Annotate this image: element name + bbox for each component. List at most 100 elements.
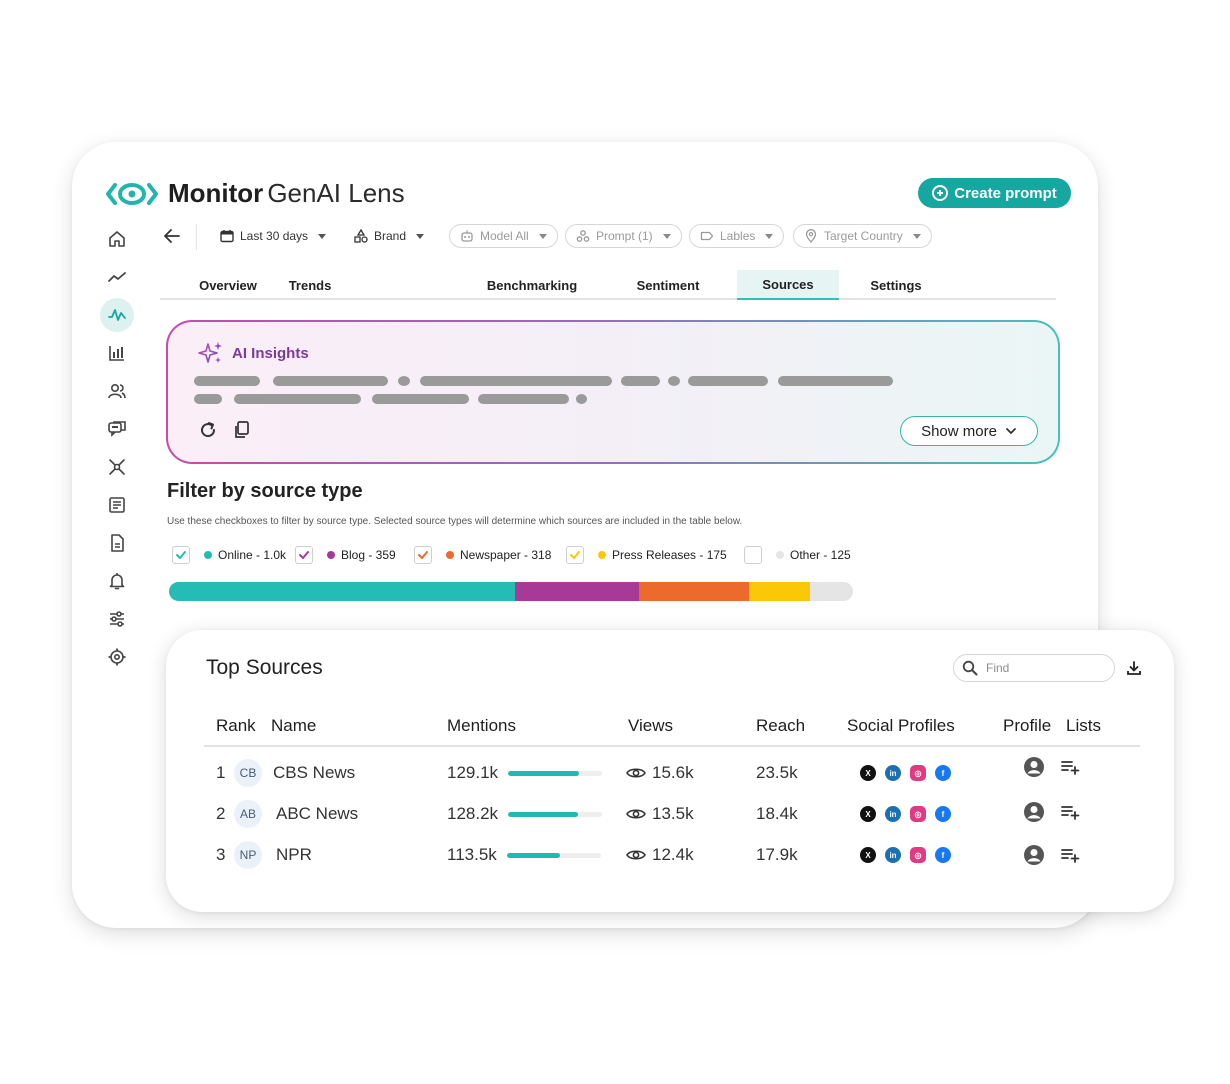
social-profiles-cell: X in ◎ f: [860, 755, 951, 791]
source-name[interactable]: NPR: [276, 837, 312, 873]
labels-filter[interactable]: Lables: [689, 224, 785, 248]
back-arrow-icon[interactable]: [162, 226, 182, 246]
table-row[interactable]: 2 AB ABC News 128.2k 13.5k 18.4k X in ◎ …: [166, 796, 1174, 832]
sidebar-item-documents[interactable]: [100, 526, 134, 560]
find-input[interactable]: [986, 661, 1096, 675]
add-to-list-icon[interactable]: [1060, 803, 1080, 821]
copy-icon[interactable]: [232, 420, 252, 440]
sidebar-item-filters[interactable]: [100, 602, 134, 636]
source-name[interactable]: CBS News: [273, 755, 355, 791]
sidebar-item-network[interactable]: [100, 450, 134, 484]
table-row[interactable]: 3 NP NPR 113.5k 12.4k 17.9k X in ◎ f: [166, 837, 1174, 873]
profile-avatar-icon[interactable]: [1023, 801, 1045, 823]
linkedin-icon[interactable]: in: [885, 765, 901, 781]
skeleton-line: [478, 394, 569, 404]
column-header-views[interactable]: Views: [628, 716, 673, 736]
show-more-button[interactable]: Show more: [900, 416, 1038, 446]
chat-icon: [108, 421, 126, 437]
tab-sentiment[interactable]: Sentiment: [620, 270, 716, 300]
skeleton-line: [273, 376, 388, 386]
checkbox[interactable]: [414, 546, 432, 564]
checkbox[interactable]: [566, 546, 584, 564]
add-to-list-icon[interactable]: [1060, 758, 1080, 776]
profile-avatar-icon[interactable]: [1023, 756, 1045, 778]
reach-value: 17.9k: [756, 845, 798, 864]
x-twitter-icon[interactable]: X: [860, 806, 876, 822]
add-to-list-icon[interactable]: [1060, 846, 1080, 864]
distribution-segment: [639, 582, 750, 601]
instagram-icon[interactable]: ◎: [910, 806, 926, 822]
source-type-label: Newspaper - 318: [460, 548, 552, 562]
sidebar-item-news[interactable]: [100, 488, 134, 522]
linkedin-icon[interactable]: in: [885, 847, 901, 863]
pulse-icon: [108, 309, 126, 321]
profile-cell: [1023, 749, 1045, 785]
facebook-icon[interactable]: f: [935, 847, 951, 863]
chevron-down-icon: [318, 233, 327, 239]
model-filter[interactable]: Model All: [449, 224, 558, 248]
tab-benchmarking[interactable]: Benchmarking: [470, 270, 594, 300]
date-range-filter[interactable]: Last 30 days: [220, 224, 327, 248]
source-type-blog[interactable]: Blog - 359: [295, 545, 396, 565]
tab-sources[interactable]: Sources: [737, 270, 839, 300]
instagram-icon[interactable]: ◎: [910, 765, 926, 781]
sidebar-item-alerts[interactable]: [100, 564, 134, 598]
sidebar-item-settings[interactable]: [100, 640, 134, 674]
sidebar-item-audience[interactable]: [100, 374, 134, 408]
source-type-press-releases[interactable]: Press Releases - 175: [566, 545, 727, 565]
check-icon: [299, 551, 309, 559]
prompt-filter[interactable]: Prompt (1): [565, 224, 682, 248]
sidebar-item-reports[interactable]: [100, 336, 134, 370]
tab-trends[interactable]: Trends: [289, 270, 332, 300]
profile-avatar-icon[interactable]: [1023, 844, 1045, 866]
checkbox[interactable]: [744, 546, 762, 564]
sidebar-item-trends[interactable]: [100, 260, 134, 294]
lists-cell: [1060, 837, 1080, 873]
app-title: Monitor GenAI Lens: [168, 178, 405, 208]
brand-filter[interactable]: Brand: [354, 224, 425, 248]
source-type-newspaper[interactable]: Newspaper - 318: [414, 545, 551, 565]
download-icon[interactable]: [1126, 660, 1142, 676]
sidebar-item-lens[interactable]: [100, 298, 134, 332]
views-cell: 12.4k: [626, 837, 694, 873]
table-row[interactable]: 1 CB CBS News 129.1k 15.6k 23.5k X in ◎ …: [166, 755, 1174, 791]
skeleton-line: [621, 376, 660, 386]
sidebar-item-conversations[interactable]: [100, 412, 134, 446]
column-header-reach[interactable]: Reach: [756, 716, 805, 736]
skeleton-line: [194, 376, 260, 386]
column-header-name: Name: [271, 716, 317, 735]
monitor-logo: [106, 183, 158, 205]
sidebar-item-home[interactable]: [100, 222, 134, 256]
source-name[interactable]: ABC News: [276, 796, 358, 832]
app-title-regular: GenAI Lens: [267, 178, 405, 208]
x-twitter-icon[interactable]: X: [860, 765, 876, 781]
source-avatar: NP: [234, 841, 262, 869]
tab-overview[interactable]: Overview: [180, 270, 276, 300]
checkbox[interactable]: [172, 546, 190, 564]
x-twitter-icon[interactable]: X: [860, 847, 876, 863]
rank-cell: 1: [216, 763, 226, 782]
mentions-bar-fill: [506, 852, 561, 858]
legend-dot: [204, 551, 212, 559]
linkedin-icon[interactable]: in: [885, 806, 901, 822]
instagram-icon[interactable]: ◎: [910, 847, 926, 863]
find-field[interactable]: [953, 654, 1115, 682]
tab-settings[interactable]: Settings: [850, 270, 942, 300]
refresh-icon[interactable]: [198, 420, 218, 440]
source-filter-description: Use these checkboxes to filter by source…: [167, 516, 743, 527]
column-header-lists: Lists: [1066, 716, 1101, 735]
check-icon: [418, 551, 428, 559]
chevron-down-icon: [912, 233, 921, 239]
views-cell: 15.6k: [626, 755, 694, 791]
settings-icon: [108, 648, 126, 666]
source-type-online[interactable]: Online - 1.0k: [172, 545, 286, 565]
create-prompt-button[interactable]: Create prompt: [918, 178, 1071, 208]
legend-dot: [446, 551, 454, 559]
checkbox[interactable]: [295, 546, 313, 564]
facebook-icon[interactable]: f: [935, 806, 951, 822]
target-country-filter[interactable]: Target Country: [793, 224, 932, 248]
distribution-segment: [514, 582, 640, 601]
facebook-icon[interactable]: f: [935, 765, 951, 781]
source-type-other[interactable]: Other - 125: [744, 545, 851, 565]
column-header-mentions[interactable]: Mentions: [447, 716, 516, 736]
